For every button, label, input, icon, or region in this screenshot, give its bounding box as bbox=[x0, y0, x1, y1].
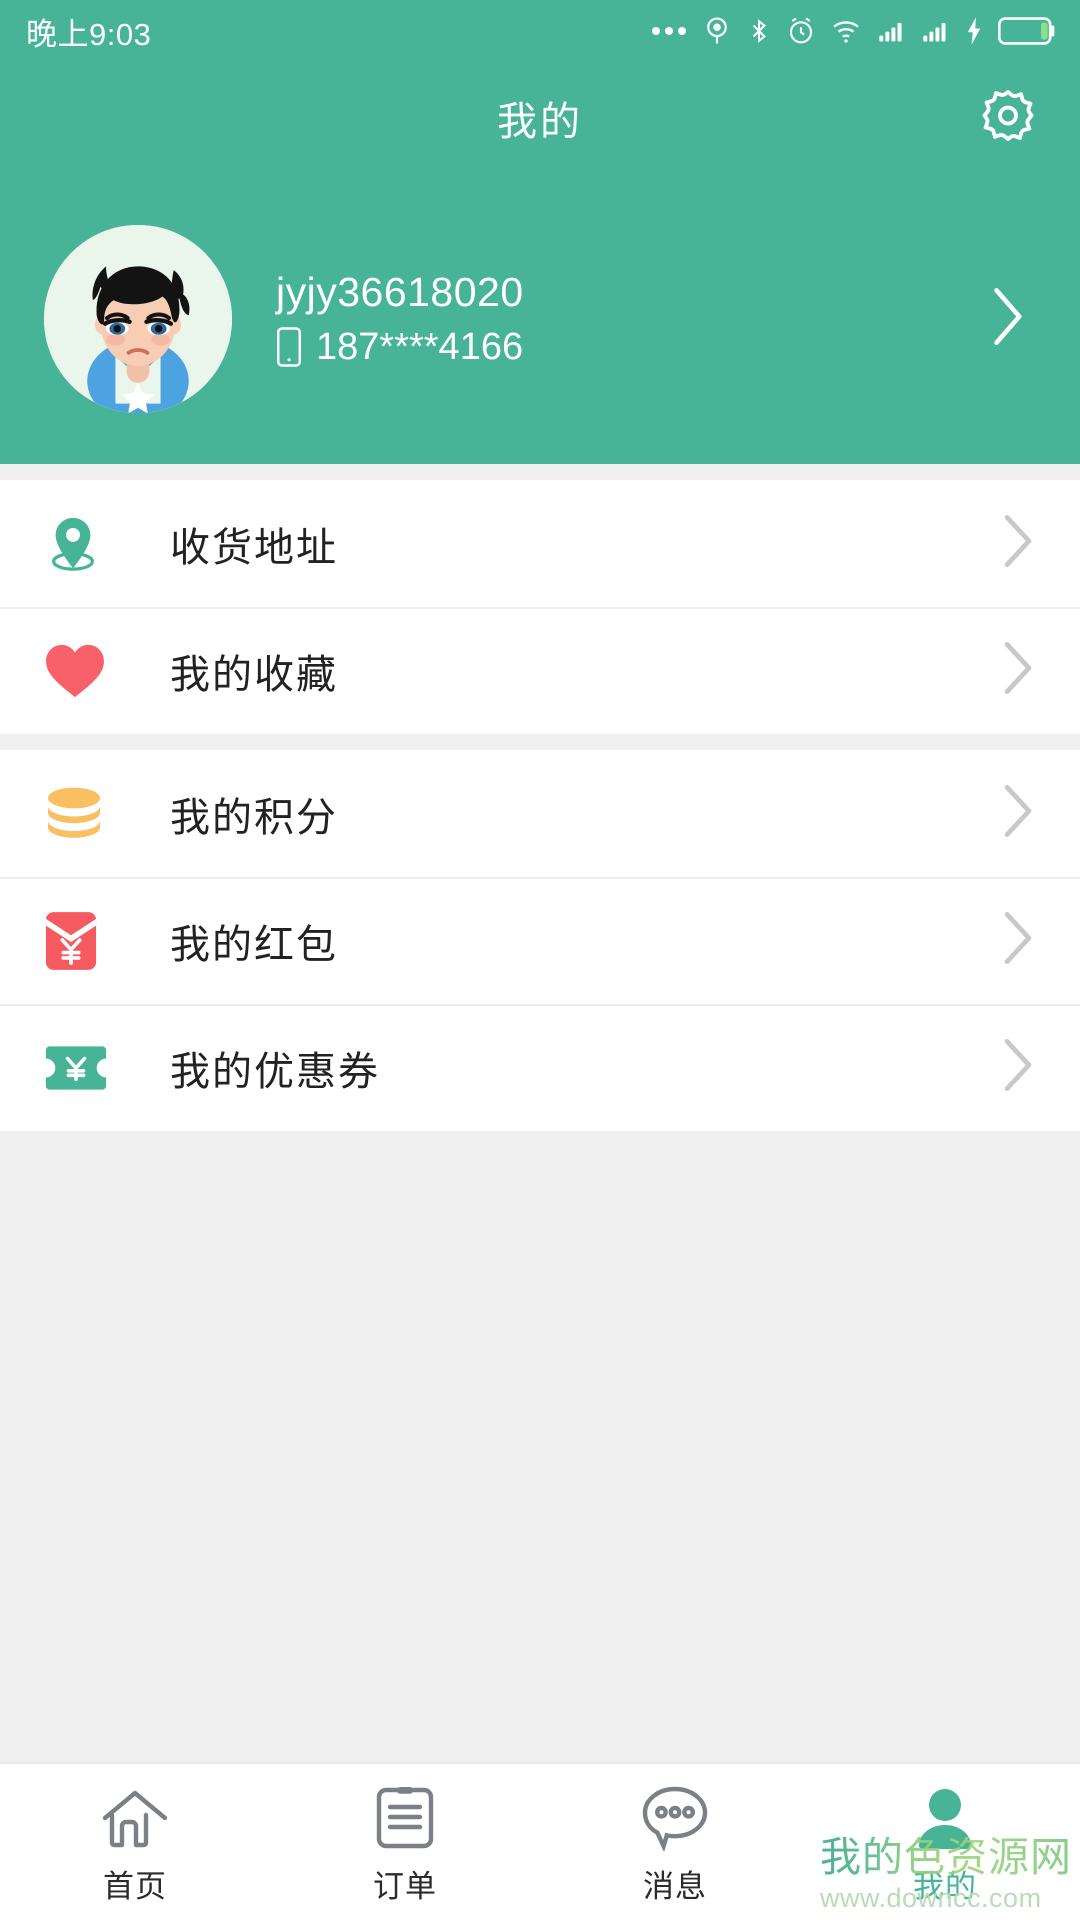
username: jyjy36618020 bbox=[276, 269, 524, 316]
menu-item-my-coupons[interactable]: 我的优惠券 bbox=[0, 1004, 1080, 1131]
empty-space bbox=[0, 1131, 1080, 1762]
profile-card[interactable]: jyjy36618020 187****4166 bbox=[0, 174, 1080, 464]
coupon-ticket-icon bbox=[44, 1044, 118, 1092]
nfc-icon bbox=[707, 17, 727, 44]
section-gap bbox=[0, 464, 1080, 480]
wifi-icon bbox=[833, 21, 859, 43]
phone-number: 187****4166 bbox=[316, 325, 524, 368]
status-time: 晚上9:03 bbox=[26, 16, 152, 52]
status-icon-tray bbox=[652, 16, 1058, 46]
red-envelope-icon bbox=[44, 910, 118, 972]
person-icon bbox=[914, 1779, 976, 1851]
chevron-right-icon bbox=[998, 637, 1038, 704]
tab-label: 消息 bbox=[643, 1868, 707, 1904]
chevron-right-icon bbox=[998, 510, 1038, 577]
tab-label: 我的 bbox=[913, 1868, 977, 1904]
section-gap bbox=[0, 734, 1080, 750]
profile-chevron[interactable] bbox=[984, 282, 1030, 357]
avatar bbox=[44, 225, 232, 413]
menu-item-my-points[interactable]: 我的积分 bbox=[0, 750, 1080, 877]
menu-item-my-favorites[interactable]: 我的收藏 bbox=[0, 607, 1080, 734]
menu-item-label: 我的收藏 bbox=[170, 652, 338, 697]
chevron-right-icon bbox=[998, 780, 1038, 847]
app-header: 我的 bbox=[0, 62, 1080, 174]
location-pin-icon bbox=[44, 513, 118, 575]
tab-home[interactable]: 首页 bbox=[0, 1764, 270, 1920]
mobile-phone-icon bbox=[277, 327, 301, 367]
alarm-icon bbox=[789, 17, 813, 44]
home-icon bbox=[101, 1779, 169, 1851]
gear-icon bbox=[982, 90, 1034, 141]
settings-button[interactable] bbox=[978, 86, 1038, 151]
menu-item-label: 收货地址 bbox=[170, 525, 338, 570]
charging-bolt-icon bbox=[967, 17, 981, 45]
menu-item-shipping-address[interactable]: 收货地址 bbox=[0, 480, 1080, 607]
chevron-right-icon bbox=[998, 1034, 1038, 1101]
bottom-tab-bar: 首页 订单 消息 我的 我的色资源网 www.downcc.com bbox=[0, 1762, 1080, 1920]
tab-orders[interactable]: 订单 bbox=[270, 1764, 540, 1920]
user-avatar-cartoon bbox=[44, 225, 232, 413]
app-screen: 晚上9:03 我的 jyjy36618020 187****4166 收货地址 … bbox=[0, 0, 1080, 1920]
tab-messages[interactable]: 消息 bbox=[540, 1764, 810, 1920]
menu-group-2: 我的积分 我的红包 我的优惠券 bbox=[0, 750, 1080, 1131]
signal-1-icon bbox=[879, 22, 902, 42]
chevron-right-icon bbox=[998, 907, 1038, 974]
more-dots-icon bbox=[652, 27, 686, 35]
clipboard-orders-icon bbox=[375, 1779, 435, 1851]
menu-group-1: 收货地址 我的收藏 bbox=[0, 480, 1080, 734]
menu-item-my-red-packets[interactable]: 我的红包 bbox=[0, 877, 1080, 1004]
menu-item-label: 我的优惠券 bbox=[170, 1049, 380, 1094]
signal-2-icon bbox=[923, 22, 946, 42]
battery-icon bbox=[998, 17, 1055, 45]
status-bar: 晚上9:03 bbox=[0, 0, 1080, 62]
menu-item-label: 我的红包 bbox=[170, 922, 338, 967]
menu-item-label: 我的积分 bbox=[170, 795, 338, 840]
bluetooth-icon bbox=[752, 19, 766, 43]
chat-bubble-icon bbox=[641, 1779, 709, 1851]
coin-stack-icon bbox=[44, 785, 118, 843]
page-title: 我的 bbox=[497, 100, 583, 144]
tab-label: 首页 bbox=[103, 1868, 167, 1904]
tab-mine[interactable]: 我的 bbox=[810, 1764, 1080, 1920]
profile-info: jyjy36618020 187****4166 bbox=[276, 266, 524, 372]
phone-row: 187****4166 bbox=[276, 323, 524, 372]
tab-label: 订单 bbox=[373, 1868, 437, 1904]
chevron-right-icon bbox=[994, 287, 1022, 346]
heart-icon bbox=[44, 643, 118, 699]
